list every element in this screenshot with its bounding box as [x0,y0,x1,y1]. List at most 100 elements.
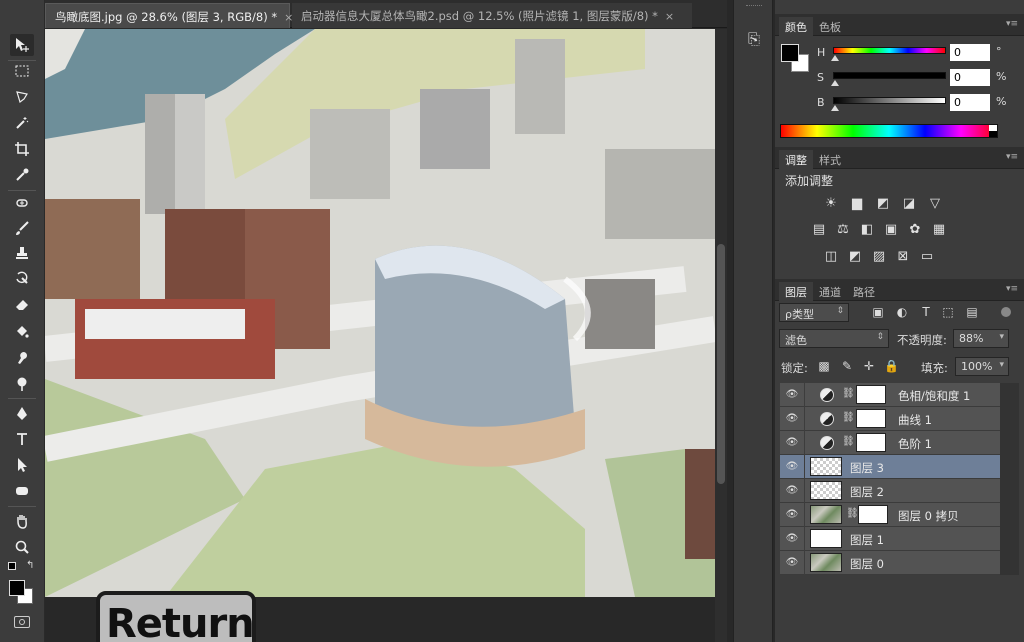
vertical-scrollbar[interactable] [715,29,727,642]
threshold-icon[interactable]: ▨ [871,249,887,265]
levels-icon[interactable]: ▆ [849,196,865,212]
type-tool-icon[interactable] [10,428,34,450]
color-balance-icon[interactable]: ⚖ [835,222,851,238]
panel-menu-icon[interactable]: ▾≡ [1006,19,1018,29]
fill-input[interactable]: 100% ▾ [955,357,1009,376]
hue-slider-handle[interactable] [831,55,839,61]
adjustment-layer-filter-icon[interactable]: ◐ [895,305,909,319]
quick-mask-icon[interactable] [14,616,30,628]
visibility-eye-icon[interactable]: 👁 [785,509,799,521]
hue-slider[interactable] [833,47,946,54]
tab-styles[interactable]: 样式 [813,150,847,169]
layer-mask-thumbnail[interactable] [856,409,886,428]
channel-mixer-icon[interactable]: ✿ [907,222,923,238]
exposure-icon[interactable]: ◪ [901,196,917,212]
return-button[interactable]: Return [96,591,256,642]
layer-row-layer2[interactable]: 👁 图层 2 [780,479,1000,503]
layer-row-layer0[interactable]: 👁 图层 0 [780,551,1000,575]
spot-healing-tool-icon[interactable] [10,192,34,214]
visibility-eye-icon[interactable]: 👁 [785,437,799,449]
lock-image-icon[interactable]: ✎ [840,359,854,373]
visibility-eye-icon[interactable]: 👁 [785,533,799,545]
lock-all-icon[interactable]: 🔒 [884,359,899,373]
brightness-slider-handle[interactable] [831,105,839,111]
layer-row-layer0-copy[interactable]: 👁 ⛓ 图层 0 拷贝 [780,503,1000,527]
blend-mode-dropdown[interactable]: 滤色 ⇕ [779,329,889,348]
selective-color-icon[interactable]: ⊠ [895,249,911,265]
canvas-area[interactable]: Return [45,29,727,642]
hue-saturation-icon[interactable]: ▤ [811,222,827,238]
scroll-thumb[interactable] [717,244,725,484]
tab-adjustments[interactable]: 调整 [779,150,813,169]
history-brush-tool-icon[interactable] [10,267,34,289]
tab-layers[interactable]: 图层 [779,282,813,301]
shape-layer-filter-icon[interactable]: ⬚ [941,305,955,319]
smudge-tool-icon[interactable] [10,347,34,369]
brush-tool-icon[interactable] [10,217,34,239]
document-tab-inactive[interactable]: 启动器信息大厦总体鸟瞰2.psd @ 12.5% (照片滤镜 1, 图层蒙版/8… [292,3,692,28]
tab-channels[interactable]: 通道 [813,282,847,301]
black-white-swatch[interactable] [989,125,997,137]
posterize-icon[interactable]: ◩ [847,249,863,265]
color-panel-foreground-swatch[interactable] [781,44,799,62]
opacity-input[interactable]: 88% ▾ [953,329,1009,348]
brightness-input[interactable]: 0 [950,94,990,111]
dodge-tool-icon[interactable] [10,373,34,395]
visibility-eye-icon[interactable]: 👁 [785,413,799,425]
visibility-eye-icon[interactable]: 👁 [785,485,799,497]
saturation-slider[interactable] [833,72,946,79]
tab-color[interactable]: 颜色 [779,17,813,36]
lock-transparent-icon[interactable]: ▩ [817,359,831,373]
curves-icon[interactable]: ◩ [875,196,891,212]
clone-stamp-tool-icon[interactable] [10,242,34,264]
layer-mask-thumbnail[interactable] [856,433,886,452]
layer-row-layer3-selected[interactable]: 👁 图层 3 [780,455,1000,479]
eraser-tool-icon[interactable] [10,293,34,315]
zoom-tool-icon[interactable] [10,536,34,558]
gradient-map-icon[interactable]: ▭ [919,249,935,265]
panel-menu-icon[interactable]: ▾≡ [1006,284,1018,294]
layer-filter-dropdown[interactable]: ρ类型 ⇕ [779,303,849,322]
tab-swatches[interactable]: 色板 [813,17,847,36]
path-selection-tool-icon[interactable] [10,454,34,476]
rectangle-tool-icon[interactable] [10,480,34,502]
swap-colors-icon[interactable]: ↰ [26,560,34,571]
pixel-layer-filter-icon[interactable]: ▣ [871,305,885,319]
eyedropper-tool-icon[interactable] [10,164,34,186]
filter-toggle-icon[interactable] [1001,307,1011,317]
color-lookup-icon[interactable]: ▦ [931,222,947,238]
layer-mask-thumbnail[interactable] [858,505,888,524]
hand-tool-icon[interactable] [10,510,34,532]
invert-icon[interactable]: ◫ [823,249,839,265]
layer-row-levels[interactable]: 👁 ⛓ 色阶 1 [780,431,1000,455]
move-tool-icon[interactable] [10,34,34,56]
tab-paths[interactable]: 路径 [847,282,881,301]
magic-wand-tool-icon[interactable] [10,112,34,134]
history-icon[interactable]: ⎘ [744,30,764,50]
panel-menu-icon[interactable]: ▾≡ [1006,152,1018,162]
saturation-input[interactable]: 0 [950,69,990,86]
crop-tool-icon[interactable] [10,138,34,160]
hue-input[interactable]: 0 [950,44,990,61]
brightness-contrast-icon[interactable]: ☀ [823,196,839,212]
lock-position-icon[interactable]: ✛ [862,359,876,373]
visibility-eye-icon[interactable]: 👁 [785,389,799,401]
default-colors-icon[interactable] [8,562,16,570]
brightness-slider[interactable] [833,97,946,104]
color-spectrum-bar[interactable] [780,124,998,138]
photo-filter-icon[interactable]: ▣ [883,222,899,238]
lasso-tool-icon[interactable] [10,86,34,108]
pen-tool-icon[interactable] [10,403,34,425]
visibility-eye-icon[interactable]: 👁 [785,461,799,473]
layer-row-layer1[interactable]: 👁 图层 1 [780,527,1000,551]
paint-bucket-tool-icon[interactable] [10,320,34,342]
layer-mask-thumbnail[interactable] [856,385,886,404]
vibrance-icon[interactable]: ▽ [927,196,943,212]
layer-row-curves[interactable]: 👁 ⛓ 曲线 1 [780,407,1000,431]
layers-scrollbar[interactable] [1000,383,1019,575]
smart-object-filter-icon[interactable]: ▤ [965,305,979,319]
foreground-color-swatch[interactable] [9,580,25,596]
black-white-icon[interactable]: ◧ [859,222,875,238]
saturation-slider-handle[interactable] [831,80,839,86]
type-layer-filter-icon[interactable]: T [919,305,933,319]
